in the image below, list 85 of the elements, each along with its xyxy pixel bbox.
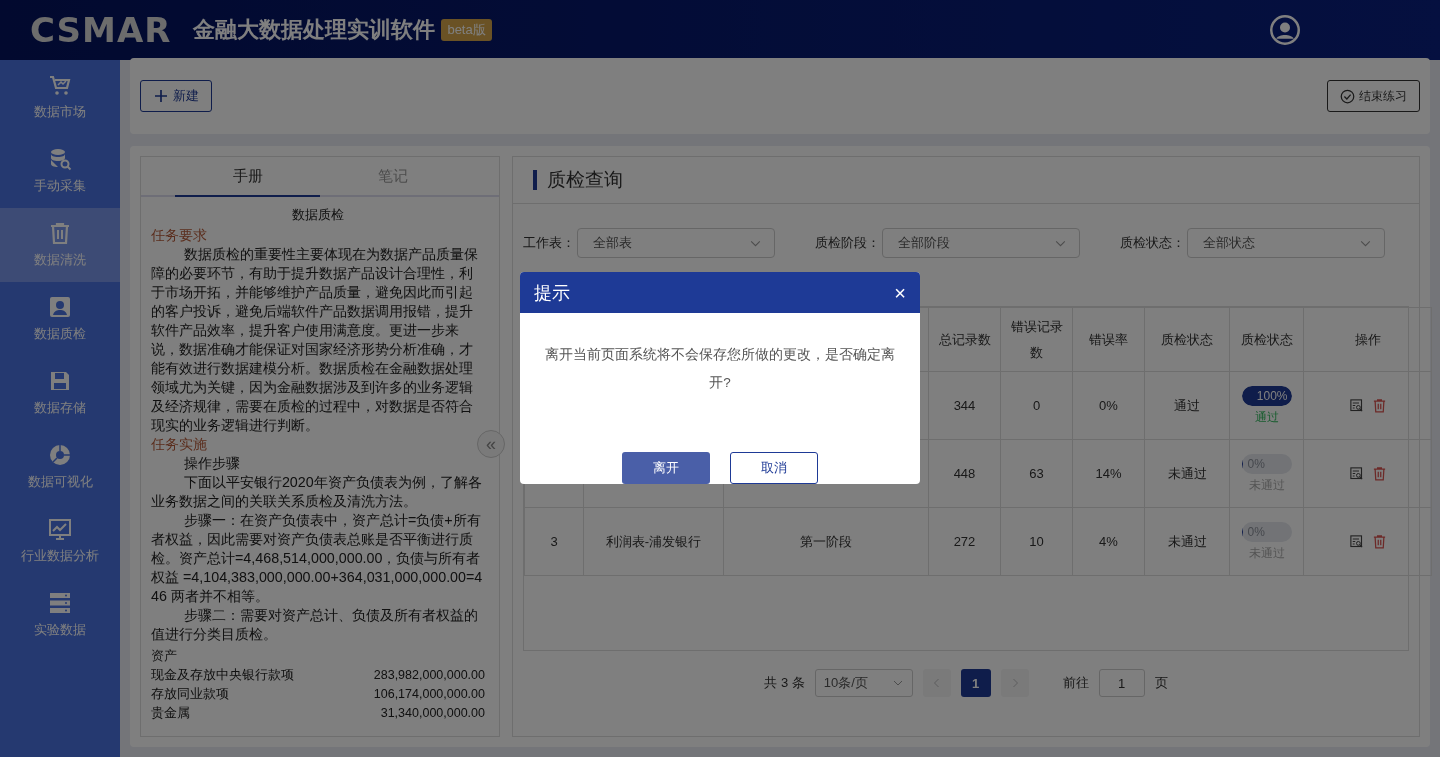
table-cell: 未通过: [1167, 533, 1207, 549]
sidebar-item[interactable]: 数据可视化: [0, 430, 120, 504]
sidebar-item[interactable]: 数据存储: [0, 356, 120, 430]
database-search-icon: [48, 147, 72, 171]
page-number-field[interactable]: 1: [1098, 669, 1145, 697]
sidebar-item[interactable]: 手动采集: [0, 134, 120, 208]
table-cell: 3: [550, 534, 558, 549]
check-circle-icon: [1340, 88, 1355, 104]
table-cell: 0%: [1099, 398, 1118, 413]
column-header: 错误率: [1072, 307, 1145, 372]
close-button[interactable]: ×: [894, 282, 906, 303]
table-cell: 利润表-浦发银行: [605, 533, 702, 549]
panel-tab[interactable]: 手册: [175, 157, 320, 197]
paragraph: 步骤二：需要对资产总计、负债及所有者权益的值进行分类目质检。: [151, 606, 479, 644]
column-header: 质检状态: [1144, 307, 1230, 372]
section-title: 质检查询: [533, 170, 623, 190]
trash-icon: [48, 221, 72, 245]
paragraph: 数据质检的重要性主要体现在为数据产品质量保障的必要环节，有助于提升数据产品设计合理性，利于市场开拓，并能够维护产品质量，避免因此而引起的客户投诉，避免后端软件产品数据调用报错，提升软件产品效率，提升客户使用满意度。更进一步来说，数据准确才能保证对国家经济形势分析准确，才能有效进行数据建模分析。数据质检在金融数据处理领域尤为关键，因为金融数据涉及到许多的业务逻辑及经济规律，需要在质检的过程中，对数据是否符合现实的业务逻辑进行判断。: [151, 245, 479, 435]
table-cell: 通过: [1174, 397, 1200, 413]
page-button[interactable]: 1: [960, 669, 991, 697]
item-value: 283,982,000,000.00: [373, 667, 485, 684]
paragraph: 下面以平安银行2020年资产负债表为例，了解各业务数据之间的关联关系质检及清洗方法。: [151, 473, 483, 511]
section-heading: 任务实施: [151, 435, 208, 454]
sidebar-item[interactable]: 实验数据: [0, 578, 120, 652]
document-title: 数据质检: [291, 206, 345, 224]
category-label: 资产: [151, 648, 178, 665]
line-chart-icon: [48, 517, 72, 541]
page-size-dropdown[interactable]: 10条/页: [814, 669, 913, 697]
view-document-icon[interactable]: [1348, 534, 1364, 549]
sidebar-item[interactable]: 行业数据分析: [0, 504, 120, 578]
table-cell: 4%: [1099, 534, 1118, 549]
delete-icon[interactable]: [1371, 466, 1387, 481]
sidebar-item[interactable]: 数据质检: [0, 282, 120, 356]
filter-dropdown[interactable]: 全部表: [577, 228, 775, 258]
table-cell: 14%: [1095, 466, 1122, 481]
filter-label: 质检阶段：: [815, 234, 880, 252]
cart-icon: [48, 73, 72, 97]
item-value: 31,340,000,000.00: [380, 705, 485, 722]
filter-label: 质检状态：: [1120, 234, 1185, 252]
dialog-title: 提示: [534, 281, 570, 305]
filter-dropdown[interactable]: 全部状态: [1187, 228, 1385, 258]
server-stack-icon: [48, 591, 72, 615]
item-value: 106,174,000,000.00: [373, 686, 485, 703]
table-cell: 未通过: [1167, 465, 1207, 481]
delete-icon[interactable]: [1371, 534, 1387, 549]
goto-label: 前往: [1062, 674, 1089, 692]
table-cell: 448: [953, 466, 976, 481]
sidebar-item[interactable]: 数据市场: [0, 60, 120, 134]
column-header: 质检状态: [1229, 307, 1304, 372]
paragraph: 步骤一：在资产负债表中，资产总计=负债+所有者权益，因此需要对资产负债表总账是否平衡进行质检。资产总计=4,468,514,000,000.00，负债与所有者权益 =4,104,383,000,000.00+364,031,000,000.00=446 两者并不相等。: [151, 511, 484, 606]
pie-chart-icon: [48, 443, 72, 467]
item-label: 贵金属: [151, 705, 190, 722]
plus-icon: [153, 88, 169, 104]
filter-label: 工作表：: [523, 234, 575, 252]
view-document-icon[interactable]: [1348, 398, 1364, 413]
column-header: 错误记录数: [1000, 307, 1073, 372]
table-cell: 63: [1029, 466, 1044, 481]
table-cell: 0: [1032, 398, 1041, 413]
version-badge: beta版: [441, 19, 492, 41]
view-document-icon[interactable]: [1348, 466, 1364, 481]
logo-text: CSMAR: [30, 10, 172, 50]
new-button[interactable]: 新建: [140, 80, 212, 112]
leave-button[interactable]: 离开: [622, 452, 710, 484]
table-cell: 10: [1029, 534, 1044, 549]
cancel-button[interactable]: 取消: [730, 452, 818, 484]
user-avatar-icon[interactable]: [1270, 15, 1300, 45]
status-label: 通过: [1253, 408, 1280, 426]
page-suffix: 页: [1154, 674, 1168, 692]
column-header: 总记录数: [928, 307, 1001, 372]
column-header: 操作: [1303, 307, 1432, 372]
progress-bar: 100%: [1241, 385, 1292, 406]
item-label: 现金及存放中央银行款项: [151, 667, 294, 684]
total-count: 共 3 条: [764, 674, 805, 692]
table-cell: 344: [953, 398, 976, 413]
person-card-icon: [48, 295, 72, 319]
paragraph: 操作步骤: [182, 454, 241, 473]
section-heading: 任务要求: [151, 226, 208, 245]
item-label: 存放同业款项: [151, 686, 229, 703]
collapse-button[interactable]: «: [477, 430, 505, 458]
finish-practice-button[interactable]: 结束练习: [1327, 80, 1420, 112]
filter-dropdown[interactable]: 全部阶段: [882, 228, 1080, 258]
app-title: 金融大数据处理实训软件: [193, 16, 436, 44]
delete-icon[interactable]: [1371, 398, 1387, 413]
dialog-message: 离开当前页面系统将不会保存您所做的更改，是否确定离开?: [544, 346, 896, 393]
table-cell: 272: [953, 534, 976, 549]
